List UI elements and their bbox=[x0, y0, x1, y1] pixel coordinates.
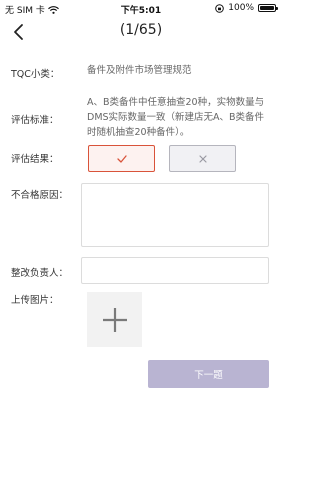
battery-percent: 100% bbox=[228, 3, 254, 13]
owner-input[interactable] bbox=[81, 257, 269, 284]
status-right: 100% bbox=[215, 3, 278, 13]
tqc-category-value: 备件及附件市场管理规范 bbox=[87, 65, 192, 76]
add-photo-button[interactable] bbox=[87, 292, 142, 347]
next-question-label: 下一题 bbox=[194, 370, 223, 381]
orientation-lock-icon bbox=[215, 3, 225, 13]
owner-label: 整改负责人： bbox=[11, 268, 69, 279]
plus-icon bbox=[102, 307, 127, 332]
standard-label: 评估标准： bbox=[11, 115, 59, 126]
nav-bar: (1/65) bbox=[0, 16, 282, 46]
photos-label: 上传图片： bbox=[11, 295, 59, 306]
result-pass-button[interactable] bbox=[88, 145, 155, 172]
reason-label: 不合格原因： bbox=[11, 190, 69, 201]
result-fail-button[interactable] bbox=[169, 145, 236, 172]
status-bar: 无 SIM 卡 下午5:01 100% bbox=[0, 0, 282, 16]
tqc-category-label: TQC小类： bbox=[11, 69, 60, 80]
x-icon bbox=[198, 154, 207, 163]
page-title: (1/65) bbox=[119, 22, 163, 38]
reason-textarea[interactable] bbox=[81, 183, 269, 247]
next-question-button[interactable]: 下一题 bbox=[148, 360, 269, 388]
battery-icon bbox=[258, 4, 278, 12]
result-label: 评估结果： bbox=[11, 154, 59, 165]
check-icon bbox=[116, 154, 127, 163]
standard-value: A、B类备件中任意抽查20种，实物数量与DMS实际数量一致（新建店无A、B类备件… bbox=[87, 97, 265, 138]
